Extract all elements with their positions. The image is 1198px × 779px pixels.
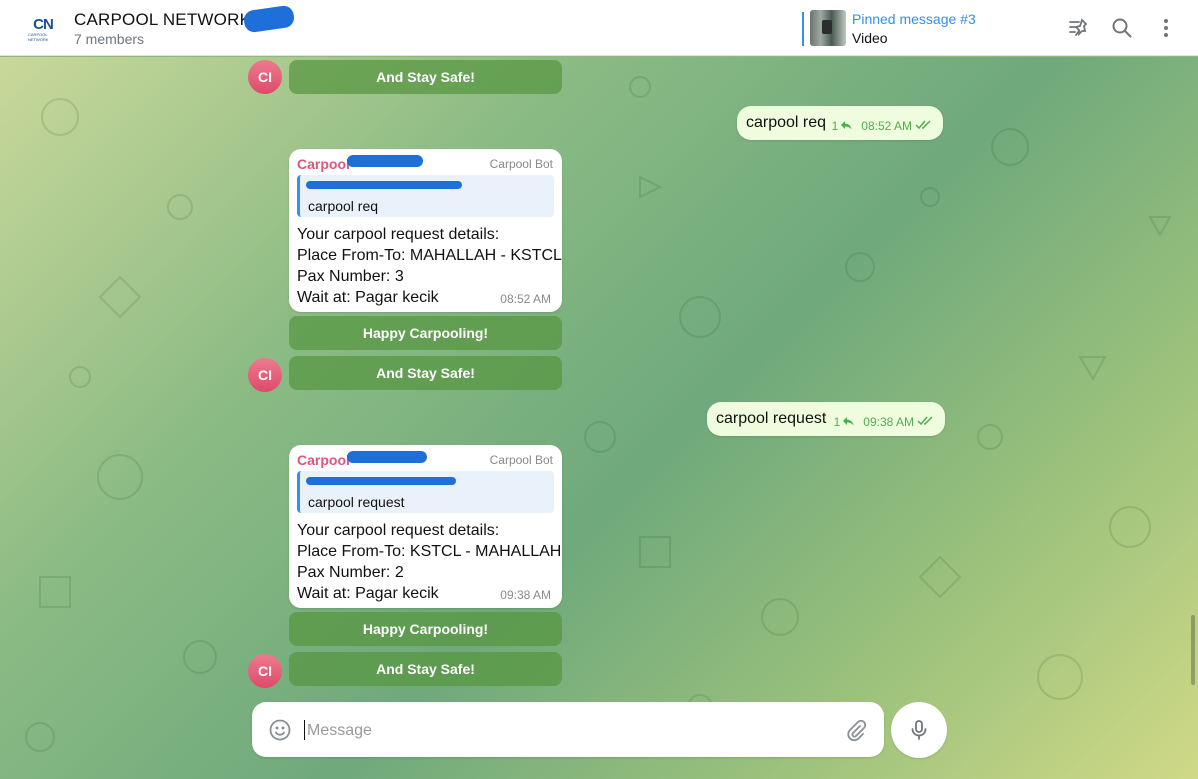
keyboard-button-stay-safe[interactable]: And Stay Safe!: [289, 356, 562, 390]
message-line: Your carpool request details:: [297, 522, 500, 539]
sender-name[interactable]: Carpool: [297, 156, 350, 172]
message-time: 09:38 AM: [500, 588, 551, 602]
pinned-text: Video: [852, 30, 888, 46]
keyboard-button-happy-carpooling[interactable]: Happy Carpooling!: [289, 612, 562, 646]
double-check-icon: [917, 415, 935, 429]
message-line: Place From-To: MAHALLAH - KSTCL: [297, 247, 562, 264]
microphone-icon: [911, 720, 927, 740]
bot-message[interactable]: Carpool Carpool Bot carpool req Your car…: [289, 149, 562, 312]
chat-background: [0, 57, 1198, 779]
unpin-icon[interactable]: [1066, 16, 1090, 40]
redaction-mark: [347, 155, 423, 167]
pinned-message[interactable]: Pinned message #3 Video: [802, 10, 1002, 48]
message-time: 09:38 AM: [863, 415, 914, 429]
message-composer: [252, 702, 884, 757]
redaction-mark: [242, 4, 296, 34]
reply-count: 1: [831, 119, 839, 133]
outgoing-message[interactable]: carpool req 1 08:52 AM: [737, 106, 943, 140]
message-line: Pax Number: 2: [297, 564, 404, 581]
bot-avatar[interactable]: CI: [248, 654, 282, 688]
member-count[interactable]: 7 members: [74, 31, 144, 47]
message-text: carpool req: [746, 114, 827, 131]
sender-role: Carpool Bot: [489, 453, 553, 467]
emoji-icon[interactable]: [268, 718, 292, 742]
outgoing-message[interactable]: carpool request 1 09:38 AM: [707, 402, 945, 436]
scrollbar-thumb[interactable]: [1191, 615, 1195, 685]
double-check-icon: [915, 119, 933, 133]
reply-text: carpool req: [308, 198, 379, 214]
message-time: 08:52 AM: [500, 292, 551, 306]
keyboard-button-stay-safe[interactable]: And Stay Safe!: [289, 652, 562, 686]
reply-preview[interactable]: carpool req: [297, 175, 554, 217]
logo-mark: CN: [33, 15, 54, 33]
sender-name[interactable]: Carpool: [297, 452, 350, 468]
redaction-mark: [347, 451, 427, 463]
bot-message[interactable]: Carpool Carpool Bot carpool request Your…: [289, 445, 562, 608]
message-input[interactable]: [305, 716, 829, 746]
chat-header: CN CARPOOL NETWORK CARPOOL NETWORK 7 mem…: [0, 0, 1198, 56]
message-time: 08:52 AM: [861, 119, 912, 133]
reply-arrow-icon: [841, 119, 852, 133]
message-meta: 1 08:52 AM: [832, 119, 933, 133]
message-line: Place From-To: KSTCL - MAHALLAH: [297, 543, 562, 560]
sender-role: Carpool Bot: [489, 157, 553, 171]
group-logo[interactable]: CN CARPOOL NETWORK: [28, 16, 58, 42]
microphone-button[interactable]: [891, 702, 947, 758]
redaction-mark: [306, 181, 462, 189]
logo-subtext: CARPOOL NETWORK: [28, 31, 49, 42]
doodle-pattern: [25, 76, 1172, 752]
keyboard-button-happy-carpooling[interactable]: Happy Carpooling!: [289, 316, 562, 350]
message-meta: 1 09:38 AM: [834, 415, 935, 429]
chat-title[interactable]: CARPOOL NETWORK: [74, 10, 251, 30]
keyboard-button-stay-safe[interactable]: And Stay Safe!: [289, 60, 562, 94]
reply-arrow-icon: [843, 415, 854, 429]
message-line: Your carpool request details:: [297, 226, 500, 243]
reply-count: 1: [833, 415, 841, 429]
pinned-indicator: [802, 12, 804, 46]
message-text: carpool request: [716, 410, 827, 427]
message-line: Pax Number: 3: [297, 268, 404, 285]
reply-preview[interactable]: carpool request: [297, 471, 554, 513]
more-vertical-icon[interactable]: [1154, 16, 1178, 40]
paperclip-icon[interactable]: [844, 718, 868, 742]
redaction-mark: [306, 477, 456, 485]
bot-avatar[interactable]: CI: [248, 60, 282, 94]
bot-avatar[interactable]: CI: [248, 358, 282, 392]
reply-text: carpool request: [308, 494, 405, 510]
pinned-title: Pinned message #3: [852, 11, 976, 27]
search-icon[interactable]: [1110, 16, 1134, 40]
pinned-video-thumbnail: [810, 10, 846, 46]
